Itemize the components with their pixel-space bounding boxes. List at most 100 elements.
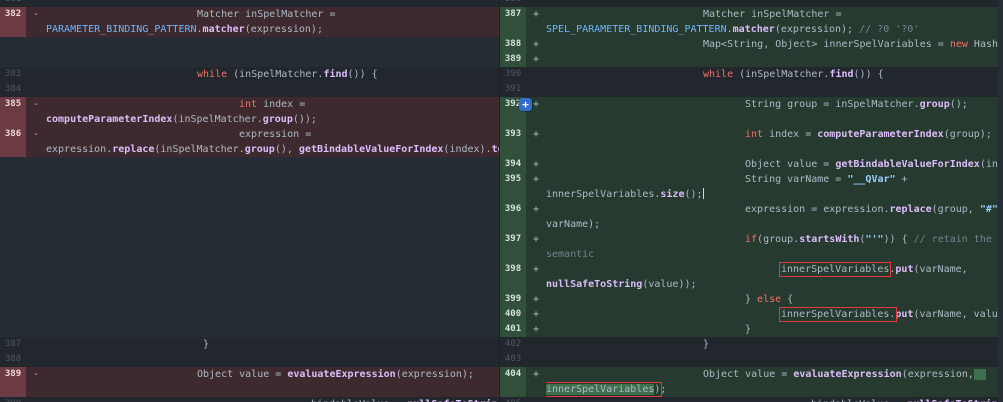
code-line: varName); [546, 217, 1003, 232]
line-number[interactable]: 389 [500, 52, 526, 67]
line-number[interactable]: 395 [500, 172, 526, 202]
diff-marker [526, 67, 546, 82]
line-number[interactable]: 386 [500, 0, 526, 7]
code-cell: innerSpelVariables.put(varName, value); [546, 307, 1003, 322]
code-token: expression = expression. [745, 204, 890, 215]
diff-row: 395+String varName = "__QVar" +innerSpel… [0, 172, 1003, 202]
diff-cell-left: 382-Matcher inSpelMatcher =PARAMETER_BIN… [0, 7, 500, 37]
code-token: index = [763, 129, 817, 140]
code-cell: Matcher inSpelMatcher =SPEL_PARAMETER_BI… [546, 7, 1003, 37]
code-cell: Object value = evaluateExpression(expres… [46, 367, 499, 397]
line-number[interactable]: 388 [500, 37, 526, 52]
line-number[interactable]: 387 [0, 337, 26, 352]
code-line: SPEL_PARAMETER_BINDING_PATTERN.matcher(e… [546, 22, 1003, 37]
code-token: int [239, 99, 257, 110]
diff-cell-left [0, 37, 500, 52]
diff-view: 381386382-Matcher inSpelMatcher =PARAMET… [0, 0, 1003, 402]
line-number[interactable]: 397 [500, 232, 526, 262]
diff-cell-left: 385-int index =computeParameterIndex(inS… [0, 97, 500, 127]
code-token: ()); [293, 114, 317, 125]
code-token: matcher [733, 24, 775, 35]
annotation-box: innerSpelVariables. [781, 309, 895, 320]
line-number[interactable]: 383 [0, 67, 26, 82]
code-token: if [745, 234, 757, 245]
diff-row: 390 bindableValue = nullSafeToString(valu… [0, 397, 1003, 402]
code-token: } [703, 339, 709, 350]
line-number[interactable]: 382 [0, 7, 26, 37]
code-token: (expression); [245, 24, 323, 35]
code-token: innerSpelVariables. [546, 189, 660, 200]
code-cell: Matcher inSpelMatcher =PARAMETER_BINDING… [46, 7, 499, 37]
code-token: getBindableValueForIndex [835, 159, 980, 170]
code-token: nullSafeToString [546, 279, 642, 290]
diff-cell-right: 395+String varName = "__QVar" +innerSpel… [500, 172, 1003, 202]
line-number [0, 37, 26, 52]
code-line: innerSpelVariables.size(); [546, 187, 1003, 202]
code-token: "'" [865, 234, 883, 245]
line-number[interactable]: 384 [0, 82, 26, 97]
line-number[interactable]: 390 [500, 67, 526, 82]
line-number[interactable]: 405 [500, 397, 526, 402]
line-number[interactable]: 396 [500, 202, 526, 232]
diff-marker: + [526, 307, 546, 322]
diff-row: 386-expression =expression.replace(inSpe… [0, 127, 1003, 157]
line-number[interactable]: 401 [500, 322, 526, 337]
line-number[interactable]: 389 [0, 367, 26, 397]
line-number[interactable]: 398 [500, 262, 526, 292]
code-token: (); [684, 189, 702, 200]
diff-row: 389-Object value = evaluateExpression(ex… [0, 367, 1003, 397]
code-cell [546, 82, 1003, 97]
code-token: (group. [757, 234, 799, 245]
diff-marker [26, 262, 46, 292]
code-line: while (inSpelMatcher.find()) { [46, 67, 499, 82]
code-token: Object value = [703, 369, 793, 380]
add-comment-button[interactable]: + [519, 98, 532, 111]
code-token: new [950, 39, 968, 50]
line-number[interactable]: 386 [0, 127, 26, 157]
code-cell: while (inSpelMatcher.find()) { [546, 67, 1003, 82]
line-number [0, 52, 26, 67]
code-token: (varName, [913, 264, 967, 275]
diff-cell-left [0, 52, 500, 67]
diff-marker: + [526, 37, 546, 52]
code-line: innerSpelVariables.put(varName, value); [546, 307, 1003, 322]
diff-marker: + [526, 52, 546, 67]
line-number[interactable]: 385 [0, 97, 26, 127]
line-number[interactable]: 402 [500, 337, 526, 352]
code-line: String varName = "__QVar" + [546, 172, 1003, 187]
code-line: expression.replace(inSpelMatcher.group()… [46, 142, 499, 157]
code-token: (value)); [642, 279, 696, 290]
line-number[interactable]: 387 [500, 7, 526, 37]
line-number[interactable]: 393 [500, 127, 526, 157]
diff-marker [526, 352, 546, 367]
line-number[interactable]: 399 [500, 292, 526, 307]
code-line: Object value = evaluateExpression(expres… [46, 367, 499, 382]
code-token: { [781, 294, 793, 305]
diff-rows-container: 381386382-Matcher inSpelMatcher =PARAMET… [0, 0, 1003, 402]
code-token: evaluateExpression [287, 369, 395, 380]
line-number[interactable]: 404 [500, 367, 526, 397]
line-number[interactable]: 381 [0, 0, 26, 7]
code-cell [46, 262, 499, 292]
line-number[interactable]: 394 [500, 157, 526, 172]
code-cell [46, 172, 499, 202]
line-number[interactable]: 403 [500, 352, 526, 367]
line-number[interactable]: 388 [0, 352, 26, 367]
diff-cell-left: 387} [0, 337, 500, 352]
diff-cell-right: 401+} [500, 322, 1003, 337]
diff-row: 396+expression = expression.replace(grou… [0, 202, 1003, 232]
code-line: Object value = getBindableValueForIndex(… [546, 157, 1003, 172]
code-token: ()) { [854, 69, 884, 80]
diff-marker: - [26, 367, 46, 397]
diff-row: 383while (inSpelMatcher.find()) {390whil… [0, 67, 1003, 82]
scrollbar-gutter [998, 0, 1003, 402]
line-number[interactable]: 390 [0, 397, 26, 402]
diff-cell-left [0, 307, 500, 322]
diff-row: 385-int index =computeParameterIndex(inS… [0, 97, 1003, 127]
code-token: ()) { [348, 69, 378, 80]
code-cell [46, 322, 499, 337]
code-token: // retain the string [914, 234, 1003, 245]
line-number[interactable]: 391 [500, 82, 526, 97]
code-cell: bindableValue = nullSafeToString(value); [546, 397, 1003, 402]
line-number[interactable]: 400 [500, 307, 526, 322]
